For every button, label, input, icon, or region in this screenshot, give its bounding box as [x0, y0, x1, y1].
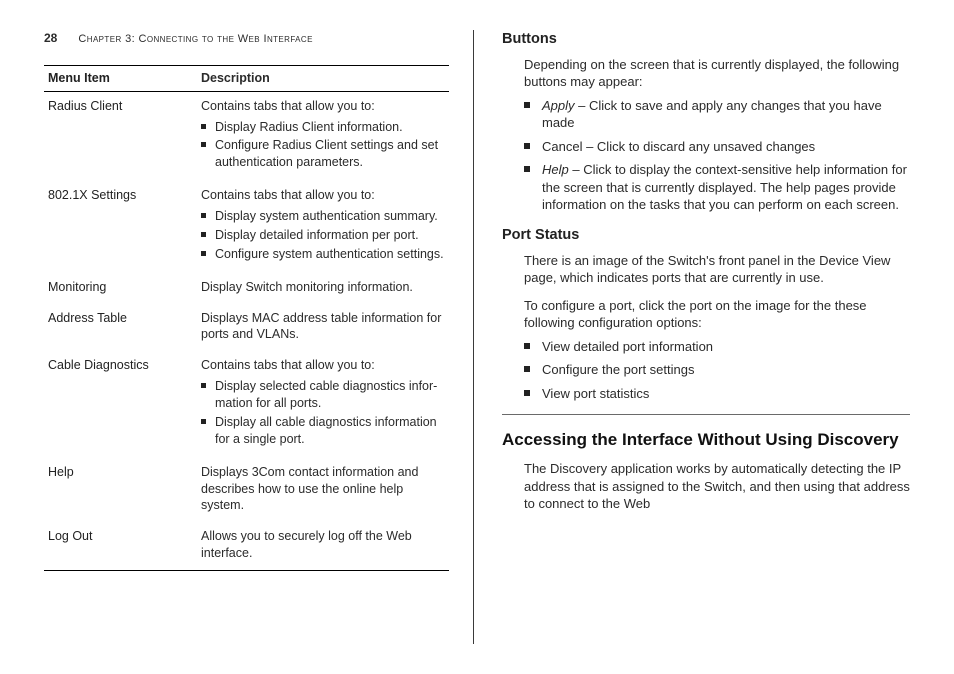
left-column: 28 Chapter 3: Connecting to the Web Inte…: [44, 30, 474, 644]
buttons-list: Apply – Click to save and apply any chan…: [502, 97, 910, 214]
menu-item-name: Address Table: [44, 304, 197, 352]
table-row: Address TableDisplays MAC address table …: [44, 304, 449, 352]
th-menu-item: Menu Item: [44, 65, 197, 91]
menu-item-intro: Contains tabs that allow you to:: [201, 187, 445, 204]
table-row: Cable DiagnosticsContains tabs that allo…: [44, 351, 449, 457]
list-item: Configure the port settings: [524, 361, 910, 379]
menu-item-desc: Display Switch monitoring information.: [197, 273, 449, 304]
menu-item-bullets: Display system authentication summary. Di…: [201, 208, 445, 263]
menu-item-desc: Displays MAC address table information f…: [197, 304, 449, 352]
menu-item-name: Radius Client: [44, 91, 197, 181]
list-item: Configure system authentication set­ting…: [201, 246, 445, 263]
right-column: Buttons Depending on the screen that is …: [474, 30, 910, 644]
buttons-heading: Buttons: [502, 30, 910, 50]
menu-item-intro: Contains tabs that allow you to:: [201, 98, 445, 115]
menu-item-intro: Displays 3Com contact information and de…: [201, 464, 445, 515]
buttons-intro: Depending on the screen that is currentl…: [502, 56, 910, 91]
table-row: HelpDisplays 3Com contact information an…: [44, 458, 449, 523]
table-row: MonitoringDisplay Switch monitoring info…: [44, 273, 449, 304]
running-header: 28 Chapter 3: Connecting to the Web Inte…: [44, 30, 449, 47]
menu-item-intro: Displays MAC address table information f…: [201, 310, 445, 344]
menu-item-intro: Contains tabs that allow you to:: [201, 357, 445, 374]
menu-item-intro: Allows you to securely log off the Web i…: [201, 528, 445, 562]
table-header-row: Menu Item Description: [44, 65, 449, 91]
list-item: Cancel – Click to discard any unsaved ch…: [524, 138, 910, 156]
list-item: View detailed port information: [524, 338, 910, 356]
menu-item-intro: Display Switch monitoring information.: [201, 279, 445, 296]
list-item: Display selected cable diagnostics infor…: [201, 378, 445, 412]
menu-item-table: Menu Item Description Radius ClientConta…: [44, 65, 449, 571]
section-rule: [502, 414, 910, 415]
menu-item-name: Monitoring: [44, 273, 197, 304]
menu-item-desc: Contains tabs that allow you to: Display …: [197, 351, 449, 457]
port-status-list: View detailed port information Configure …: [502, 338, 910, 403]
chapter-title: Chapter 3: Connecting to the Web Interfa…: [78, 33, 312, 45]
list-item: Help – Click to display the context-sens…: [524, 161, 910, 214]
menu-item-desc: Contains tabs that allow you to: Display …: [197, 91, 449, 181]
port-status-p1: There is an image of the Switch's front …: [502, 252, 910, 287]
page-number: 28: [44, 31, 57, 45]
term-label: Apply: [542, 98, 575, 113]
list-item: Display Radius Client information.: [201, 119, 445, 136]
term-label: Help: [542, 162, 569, 177]
port-status-heading: Port Status: [502, 226, 910, 246]
list-item: Display detailed information per port.: [201, 227, 445, 244]
port-status-p2: To configure a port, click the port on t…: [502, 297, 910, 332]
th-description: Description: [197, 65, 449, 91]
menu-item-name: Help: [44, 458, 197, 523]
list-item: Apply – Click to save and apply any chan…: [524, 97, 910, 132]
list-item: View port statistics: [524, 385, 910, 403]
section-heading: Accessing the Interface Without Using Di…: [502, 429, 910, 452]
menu-item-name: Cable Diagnostics: [44, 351, 197, 457]
menu-item-bullets: Display Radius Client information.Config…: [201, 119, 445, 172]
menu-item-name: 802.1X Settings: [44, 181, 197, 273]
menu-item-bullets: Display selected cable diagnostics infor…: [201, 378, 445, 448]
menu-item-desc: Displays 3Com contact information and de…: [197, 458, 449, 523]
menu-item-desc: Contains tabs that allow you to: Display …: [197, 181, 449, 273]
list-item: Display all cable diagnostics informatio…: [201, 414, 445, 448]
list-item: Configure Radius Client settings and set…: [201, 137, 445, 171]
table-row: Log OutAllows you to securely log off th…: [44, 522, 449, 570]
table-row: 802.1X SettingsContains tabs that allow …: [44, 181, 449, 273]
page: 28 Chapter 3: Connecting to the Web Inte…: [0, 0, 954, 674]
list-item: Display system authentication summary.: [201, 208, 445, 225]
menu-item-desc: Allows you to securely log off the Web i…: [197, 522, 449, 570]
section-p1: The Discovery application works by autom…: [502, 460, 910, 513]
table-row: Radius ClientContains tabs that allow yo…: [44, 91, 449, 181]
menu-item-name: Log Out: [44, 522, 197, 570]
